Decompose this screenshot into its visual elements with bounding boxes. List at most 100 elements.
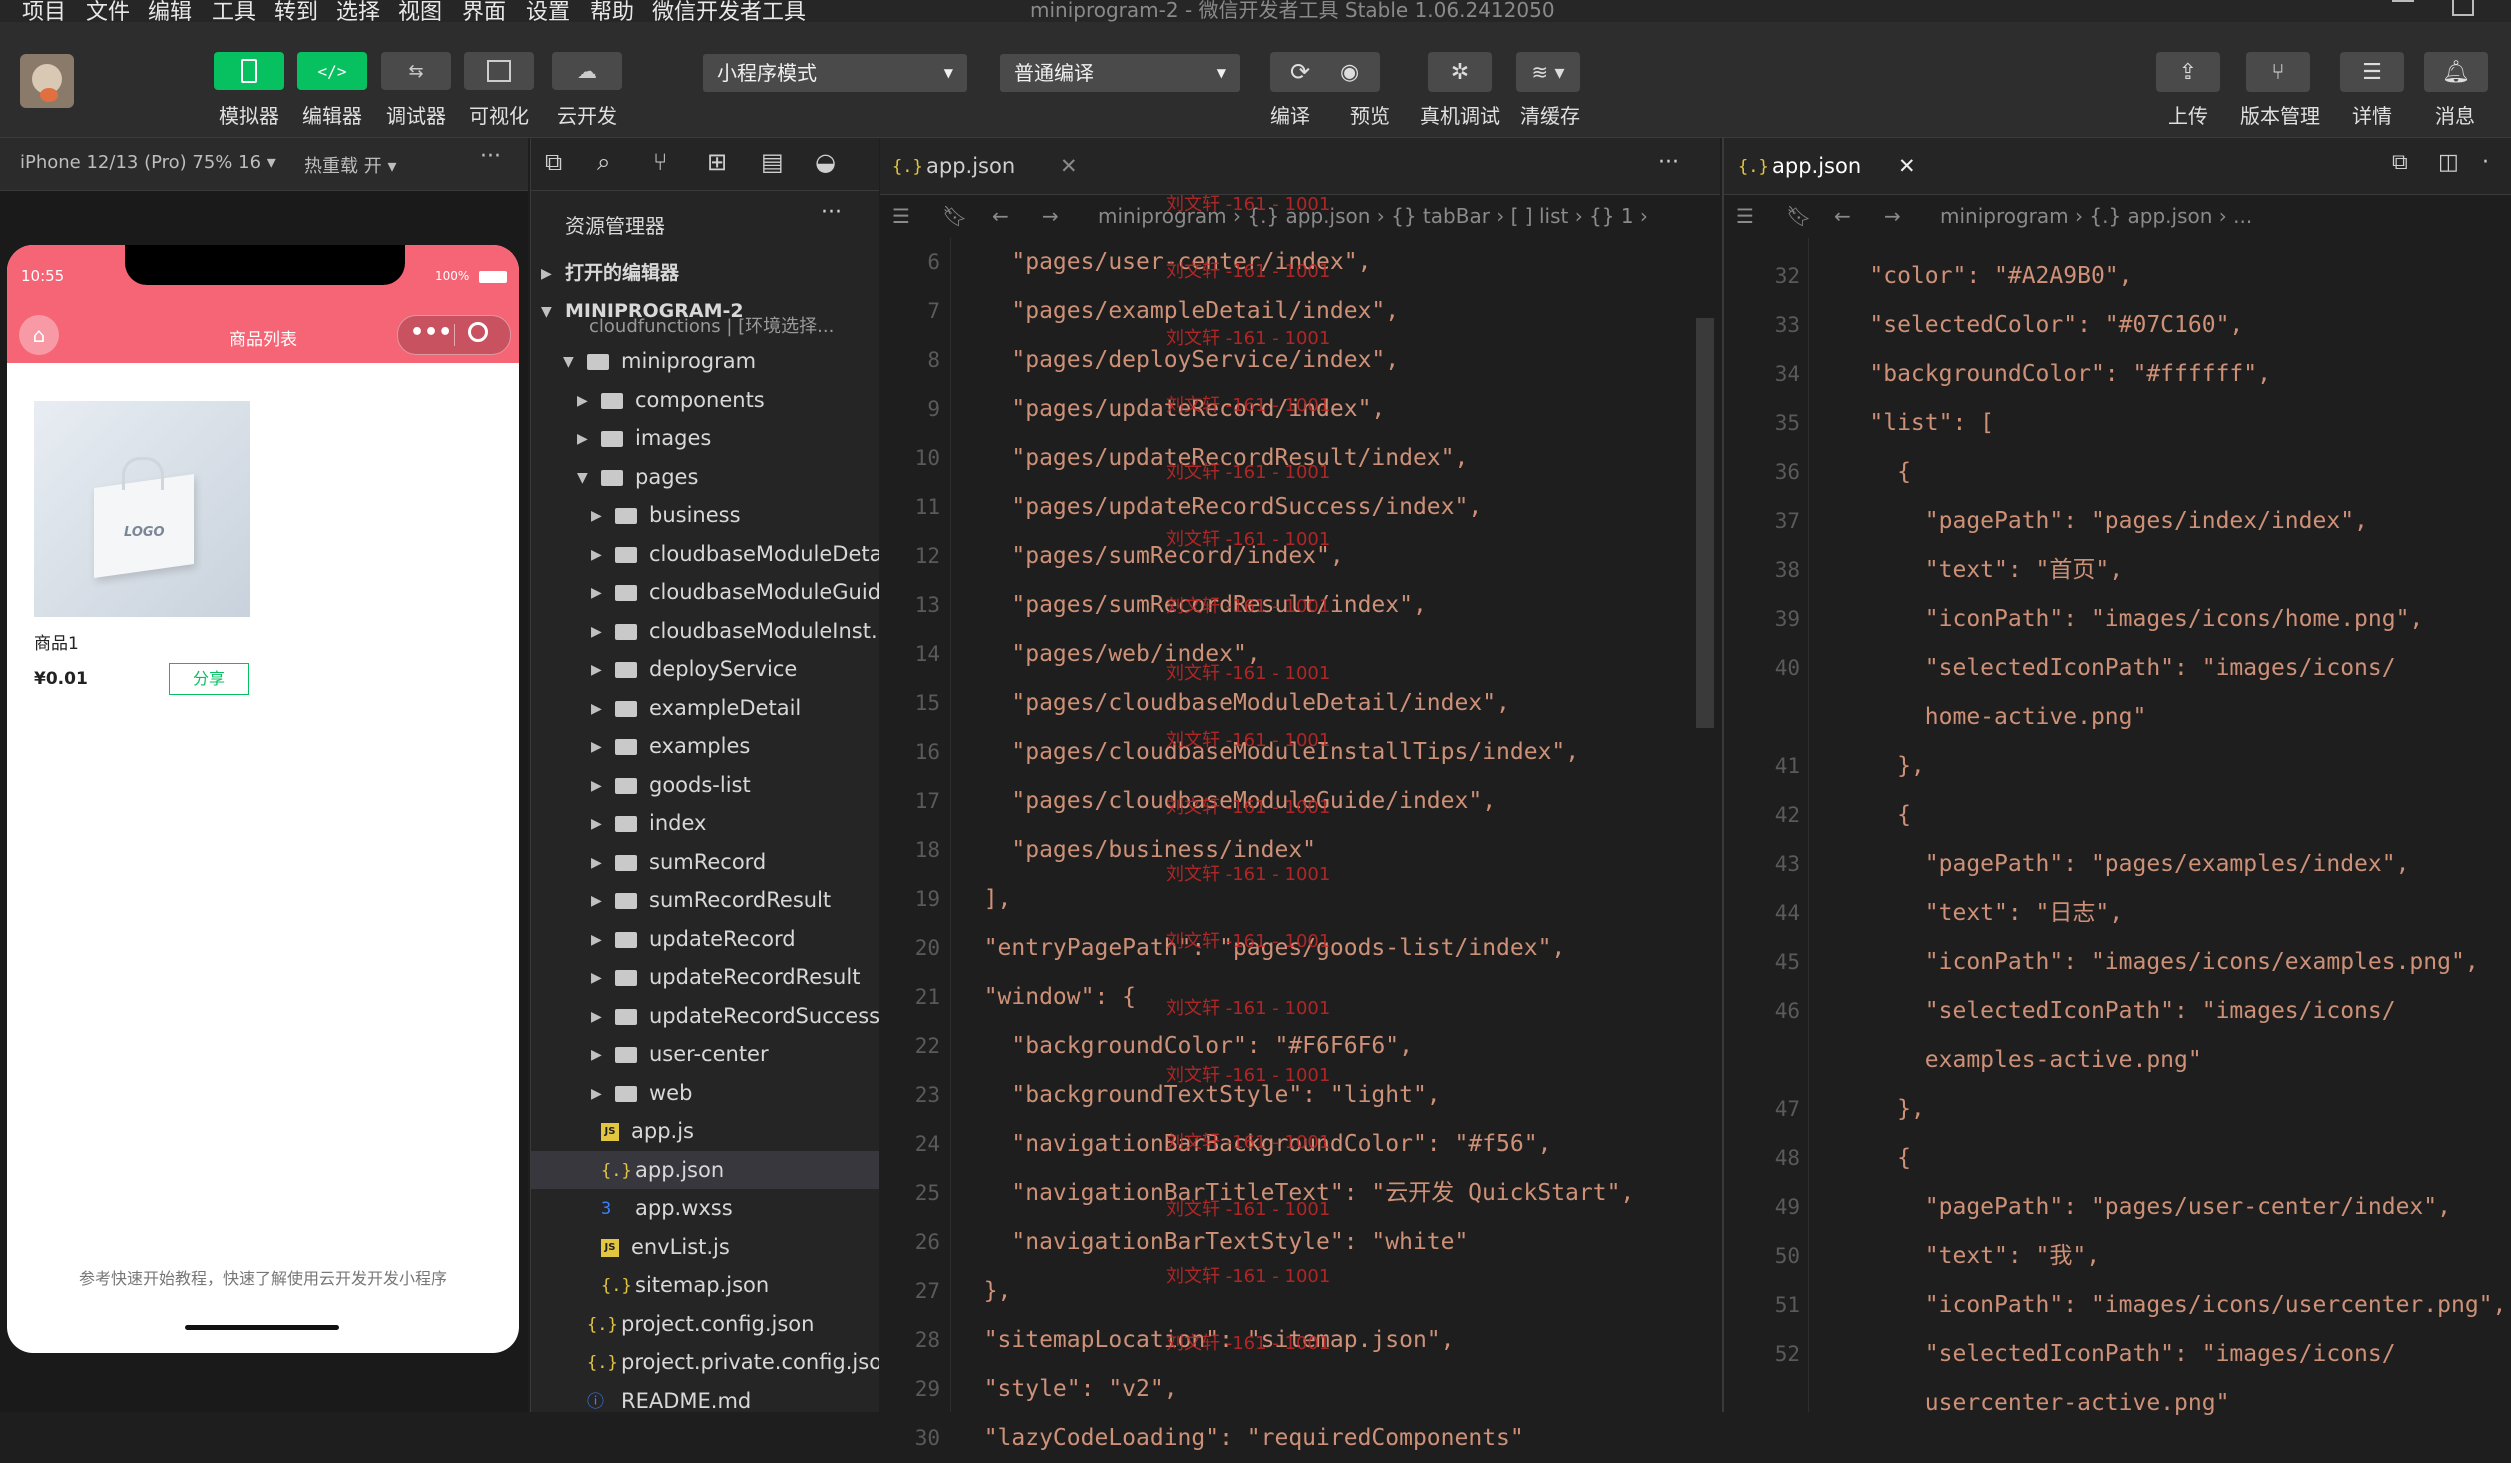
forward-icon[interactable]: →: [1042, 194, 1059, 238]
tree-item[interactable]: 3 app.wxss: [531, 1189, 879, 1227]
code-line[interactable]: "pagePath": "pages/user-center/index",: [1814, 1183, 2504, 1232]
code-line[interactable]: "text": "日志",: [1814, 889, 2504, 938]
tree-item[interactable]: {.} project.config.json: [531, 1305, 879, 1343]
storage-icon[interactable]: ▤: [761, 148, 784, 176]
code-line[interactable]: "backgroundColor": "#ffffff",: [1814, 350, 2504, 399]
docker-icon[interactable]: ◒: [815, 148, 836, 176]
tree-item[interactable]: ▶ examples: [531, 727, 879, 765]
device-select[interactable]: iPhone 12/13 (Pro) 75% 16 ▾: [20, 152, 276, 173]
code-line[interactable]: "text": "我",: [1814, 1232, 2504, 1281]
code-line[interactable]: "color": "#A2A9B0",: [1814, 252, 2504, 301]
tree-item[interactable]: ▶ cloudbaseModuleDetail: [531, 535, 879, 573]
more-icon[interactable]: ·: [2482, 150, 2489, 175]
minimize-icon[interactable]: [2392, 0, 2414, 2]
tree-item[interactable]: ▶ cloudbaseModuleInst...: [531, 612, 879, 650]
tree-item[interactable]: {.} app.json: [531, 1150, 879, 1189]
editor-button[interactable]: </>: [297, 52, 367, 90]
list-icon[interactable]: ☰: [892, 194, 910, 238]
code-line[interactable]: "style": "v2",: [956, 1365, 1696, 1414]
tree-item[interactable]: ▶ user-center: [531, 1035, 879, 1073]
preview-label[interactable]: 预览: [1335, 100, 1405, 129]
clear-cache-button[interactable]: ≋ ▾: [1516, 52, 1580, 92]
code-line[interactable]: "list": [: [1814, 399, 2504, 448]
more-icon[interactable]: ···: [480, 144, 501, 169]
cloud-button[interactable]: ☁: [552, 52, 622, 90]
tree-item[interactable]: ▶ images: [531, 419, 879, 457]
details-button[interactable]: ☰: [2340, 52, 2404, 92]
tree-item[interactable]: ▶ sumRecord: [531, 843, 879, 881]
tree-item[interactable]: {.} sitemap.json: [531, 1266, 879, 1304]
tree-item[interactable]: ⓘ README.md: [531, 1382, 879, 1420]
back-icon[interactable]: ←: [992, 194, 1009, 238]
code-line[interactable]: "selectedIconPath": "images/icons/: [1814, 644, 2504, 693]
scrollbar[interactable]: [1696, 318, 1714, 728]
more-dots-icon[interactable]: •••: [410, 320, 452, 345]
code-line[interactable]: "pagePath": "pages/index/index",: [1814, 497, 2504, 546]
hot-reload-toggle[interactable]: 热重载 开 ▾: [304, 152, 396, 178]
refresh-icon[interactable]: ⟳: [1290, 58, 1310, 86]
back-icon[interactable]: ←: [1834, 194, 1851, 238]
tree-item[interactable]: ▶ exampleDetail: [531, 689, 879, 727]
tree-item[interactable]: ▶ index: [531, 804, 879, 842]
compile-mode-select[interactable]: 普通编译 ▼: [1000, 54, 1240, 92]
tab-app-json-active[interactable]: {.} app.json ✕: [1738, 138, 1938, 194]
code-line[interactable]: "text": "首页",: [1814, 546, 2504, 595]
messages-button[interactable]: 🔔︎: [2424, 52, 2488, 92]
list-icon[interactable]: ☰: [1736, 194, 1754, 238]
search-icon[interactable]: ⌕: [597, 148, 610, 176]
explorer-more-icon[interactable]: ···: [821, 200, 842, 225]
simulator-button[interactable]: [214, 52, 284, 90]
tab-app-json[interactable]: {.} app.json ✕: [892, 138, 1092, 194]
code-line[interactable]: "selectedIconPath": "images/icons/: [1814, 987, 2504, 1036]
tree-item[interactable]: ▶ components: [531, 381, 879, 419]
eye-icon[interactable]: ◉: [1340, 60, 1359, 85]
code-line[interactable]: {: [1814, 791, 2504, 840]
split-editor-icon[interactable]: ◫: [2438, 150, 2459, 175]
code-line[interactable]: examples-active.png": [1814, 1036, 2504, 1085]
code-line[interactable]: },: [1814, 742, 2504, 791]
code-line[interactable]: },: [1814, 1085, 2504, 1134]
extensions-icon[interactable]: ⊞: [707, 148, 727, 176]
files-icon[interactable]: ⧉: [545, 148, 562, 176]
debugger-button[interactable]: ⇆: [381, 52, 451, 90]
code-line[interactable]: "navigationBarTextStyle": "white": [956, 1218, 1696, 1267]
tree-item[interactable]: ▶ sumRecordResult: [531, 881, 879, 919]
tree-item[interactable]: ▶ updateRecordSuccess: [531, 997, 879, 1035]
tree-item[interactable]: ▶ deployService: [531, 650, 879, 688]
product-image[interactable]: LOGO: [34, 401, 250, 617]
code-line[interactable]: {: [1814, 448, 2504, 497]
code-line[interactable]: "lazyCodeLoading": "requiredComponents": [956, 1414, 1696, 1463]
tree-item[interactable]: ▶ web: [531, 1074, 879, 1112]
tree-item[interactable]: {.} project.private.config.json: [531, 1343, 879, 1381]
bookmark-icon[interactable]: 🔖︎: [1786, 194, 1811, 238]
forward-icon[interactable]: →: [1884, 194, 1901, 238]
bookmark-icon[interactable]: 🔖︎: [942, 194, 967, 238]
tree-item[interactable]: ▶ business: [531, 496, 879, 534]
code-line[interactable]: "pages/cloudbaseModuleDetail/index",: [956, 679, 1696, 728]
close-icon[interactable]: ✕: [1898, 138, 1916, 194]
visual-button[interactable]: [464, 52, 534, 90]
tree-item[interactable]: ▼ pages: [531, 458, 879, 496]
maximize-icon[interactable]: [2452, 0, 2474, 16]
upload-button[interactable]: ⇪: [2156, 52, 2220, 92]
code-line[interactable]: "iconPath": "images/icons/usercenter.png…: [1814, 1281, 2504, 1330]
open-editors-section[interactable]: ▶ 打开的编辑器: [531, 254, 879, 292]
code-line[interactable]: {: [1814, 1134, 2504, 1183]
tree-item[interactable]: ▶ updateRecordResult: [531, 958, 879, 996]
breadcrumb-path[interactable]: miniprogram › {.} app.json › ...: [1940, 194, 2252, 238]
code-line[interactable]: "pagePath": "pages/examples/index",: [1814, 840, 2504, 889]
mode-select[interactable]: 小程序模式 ▼: [703, 54, 967, 92]
git-icon[interactable]: ⑂: [653, 148, 667, 176]
close-capsule-icon[interactable]: [468, 322, 488, 342]
tree-item[interactable]: ▼ miniprogram: [531, 342, 879, 380]
code-line[interactable]: "iconPath": "images/icons/home.png",: [1814, 595, 2504, 644]
code-line[interactable]: "selectedIconPath": "images/icons/: [1814, 1330, 2504, 1379]
avatar[interactable]: [20, 54, 74, 108]
code-line[interactable]: usercenter-active.png": [1814, 1379, 2504, 1428]
split-compare-icon[interactable]: ⧉: [2392, 150, 2408, 175]
tree-item[interactable]: ▶ updateRecord: [531, 920, 879, 958]
tree-item[interactable]: ▶ goods-list: [531, 766, 879, 804]
code-line[interactable]: home-active.png": [1814, 693, 2504, 742]
share-button[interactable]: 分享: [169, 663, 249, 695]
tree-item[interactable]: JS app.js: [531, 1112, 879, 1150]
